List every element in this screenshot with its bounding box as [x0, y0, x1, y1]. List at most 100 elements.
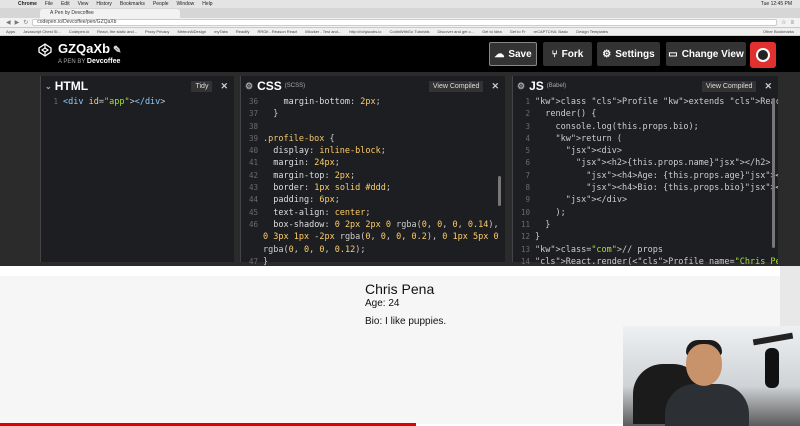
user-avatar-button[interactable]: [750, 42, 776, 68]
app-menu[interactable]: Chrome: [18, 1, 37, 7]
css-view-compiled-button[interactable]: View Compiled: [428, 80, 484, 92]
code-line: 6 "jsx"><h2>{this.props.name}"jsx"></h2>: [513, 157, 778, 169]
menu-view[interactable]: View: [78, 1, 89, 7]
code-text: "jsx"><div>: [565, 146, 623, 157]
bookmark-item[interactable]: React, the static and...: [97, 29, 137, 34]
css-pane: ⚙ CSS (SCSS) View Compiled ✕ 36 margin-b…: [240, 76, 505, 278]
bookmark-item[interactable]: Discover and get c...: [437, 29, 473, 34]
close-icon[interactable]: ✕: [764, 81, 772, 92]
bookmark-item[interactable]: Mlocker - Test and...: [305, 29, 341, 34]
back-icon[interactable]: ◀: [6, 19, 11, 26]
change-view-button[interactable]: ▭ Change View: [666, 42, 746, 66]
menu-people[interactable]: People: [153, 1, 169, 7]
code-line: 13 "kw">class="com">// props: [513, 244, 778, 256]
collapse-icon[interactable]: ⌄: [45, 82, 52, 91]
line-number: 7: [525, 170, 530, 180]
pen-title[interactable]: GZQaXb ✎: [58, 41, 121, 56]
bookmark-item[interactable]: Apps: [6, 29, 15, 34]
gear-icon[interactable]: ⚙: [245, 81, 253, 92]
pencil-icon[interactable]: ✎: [113, 45, 121, 56]
line-number: 10: [520, 207, 530, 217]
code-line: 10 );: [513, 207, 778, 219]
code-text: .profile-box {: [263, 133, 335, 144]
close-icon[interactable]: ✕: [220, 81, 228, 92]
line-number: 41: [248, 158, 258, 168]
menu-edit[interactable]: Edit: [61, 1, 70, 7]
star-icon[interactable]: ☆: [781, 19, 786, 26]
author-link[interactable]: Devcoffee: [87, 58, 120, 65]
js-scrollbar[interactable]: [772, 98, 775, 248]
bookmark-item[interactable]: RRGit - Reason React: [257, 29, 297, 34]
line-number: 38: [248, 121, 258, 131]
bookmark-item[interactable]: Codepen.io: [69, 29, 89, 34]
menu-history[interactable]: History: [96, 1, 112, 7]
close-icon[interactable]: ✕: [491, 81, 499, 92]
js-preprocessor: (Babel): [546, 83, 567, 89]
line-number: 13: [520, 244, 530, 254]
address-bar-row: ◀ ▶ ↻ codepen.io/Devcoffee/pen/GZQaXb ☆ …: [0, 18, 800, 28]
html-pane: ⌄ HTML Tidy ✕ 1 <div id="app"></div>: [40, 76, 234, 262]
bookmark-item[interactable]: reCAPTCHA: Basic: [534, 29, 569, 34]
line-number: 36: [248, 97, 258, 106]
forward-icon[interactable]: ▶: [15, 19, 20, 26]
fork-button[interactable]: ⑂ Fork: [543, 42, 592, 66]
code-line: 37 }: [241, 108, 505, 120]
css-scrollbar[interactable]: [498, 176, 501, 206]
menu-file[interactable]: File: [45, 1, 53, 7]
menu-icon[interactable]: ≡: [790, 20, 794, 26]
url-input[interactable]: codepen.io/Devcoffee/pen/GZQaXb: [32, 19, 778, 26]
code-line: 45 text-align: center;: [241, 207, 505, 219]
bookmark-item[interactable]: Readify: [236, 29, 250, 34]
code-line: 8 "jsx"><h4>Bio: {this.props.bio}"jsx"><…: [513, 182, 778, 194]
menu-help[interactable]: Help: [202, 1, 212, 7]
code-text: }: [535, 219, 551, 230]
code-text: box-shadow: 0 2px 2px 0 rgba(0, 0, 0, 0.…: [273, 219, 499, 230]
other-bookmarks[interactable]: Other Bookmarks: [763, 29, 794, 34]
code-text: padding: 6px;: [273, 195, 340, 206]
html-editor[interactable]: 1 <div id="app"></div>: [41, 96, 234, 108]
js-pane: ⚙ JS (Babel) View Compiled ✕ 1 "kw">class…: [512, 76, 778, 267]
code-text: "jsx"><h4>Bio: {this.props.bio}"jsx"></h…: [586, 183, 778, 194]
bookmark-item[interactable]: CodinWithGo Tutorials: [389, 29, 429, 34]
pen-name: GZQaXb: [58, 41, 111, 56]
code-text: console.log(this.props.bio);: [535, 121, 699, 132]
css-editor[interactable]: 36 margin-bottom: 2px; 37 } 38 39 .profile-b…: [241, 96, 505, 280]
code-line: 42 margin-top: 2px;: [241, 170, 505, 182]
code-text: }: [263, 109, 279, 120]
bookmark-item[interactable]: myTabs: [214, 29, 228, 34]
bookmark-item[interactable]: Javascript Chest Sl...: [23, 29, 61, 34]
tidy-button[interactable]: Tidy: [191, 80, 213, 92]
bookmark-item[interactable]: MeteorAtDesign: [177, 29, 206, 34]
menu-window[interactable]: Window: [177, 1, 195, 7]
codepen-header: GZQaXb ✎ A PEN BY Devcoffee ☁ Save ⑂ Fork…: [0, 36, 800, 72]
bookmark-item[interactable]: Get to Fr: [510, 29, 526, 34]
code-line: 38: [241, 121, 505, 133]
editor-area: ⌄ HTML Tidy ✕ 1 <div id="app"></div> ⚙ CS…: [0, 72, 800, 278]
codepen-logo-icon[interactable]: [38, 43, 52, 57]
js-editor[interactable]: 1 "kw">class "cls">Profile "kw">extends "…: [513, 96, 778, 268]
code-text: "jsx"><h4>Age: {this.props.age}"jsx"></h…: [586, 170, 778, 181]
code-text: display: inline-block;: [273, 146, 386, 157]
js-view-compiled-button[interactable]: View Compiled: [701, 80, 757, 92]
bookmark-item[interactable]: http://richjacobs.io: [349, 29, 381, 34]
code-line: 9 "jsx"></div>: [513, 194, 778, 206]
save-button[interactable]: ☁ Save: [489, 42, 537, 66]
browser-tab[interactable]: A Pen by Devcoffee: [40, 9, 180, 18]
mac-menu-bar: Chrome File Edit View History Bookmarks …: [0, 0, 800, 8]
settings-button[interactable]: ⚙ Settings: [597, 42, 660, 66]
bookmark-item[interactable]: Design Templates: [576, 29, 608, 34]
save-label: Save: [508, 48, 532, 60]
line-number: 42: [248, 170, 258, 180]
code-text: "kw">class "cls">Profile "kw">extends "c…: [535, 97, 778, 107]
code-line: 5 "jsx"><div>: [513, 145, 778, 157]
html-pane-title: HTML: [54, 79, 89, 93]
gear-icon[interactable]: ⚙: [517, 81, 525, 92]
bookmark-item[interactable]: Proxy Privacy: [145, 29, 169, 34]
line-number: 2: [525, 109, 530, 119]
reload-icon[interactable]: ↻: [23, 19, 28, 26]
code-line: 40 display: inline-block;: [241, 145, 505, 157]
line-number: 46: [248, 219, 258, 229]
bookmark-item[interactable]: Get to Idea: [482, 29, 502, 34]
menu-bookmarks[interactable]: Bookmarks: [120, 1, 145, 7]
line-number: 6: [525, 158, 530, 168]
